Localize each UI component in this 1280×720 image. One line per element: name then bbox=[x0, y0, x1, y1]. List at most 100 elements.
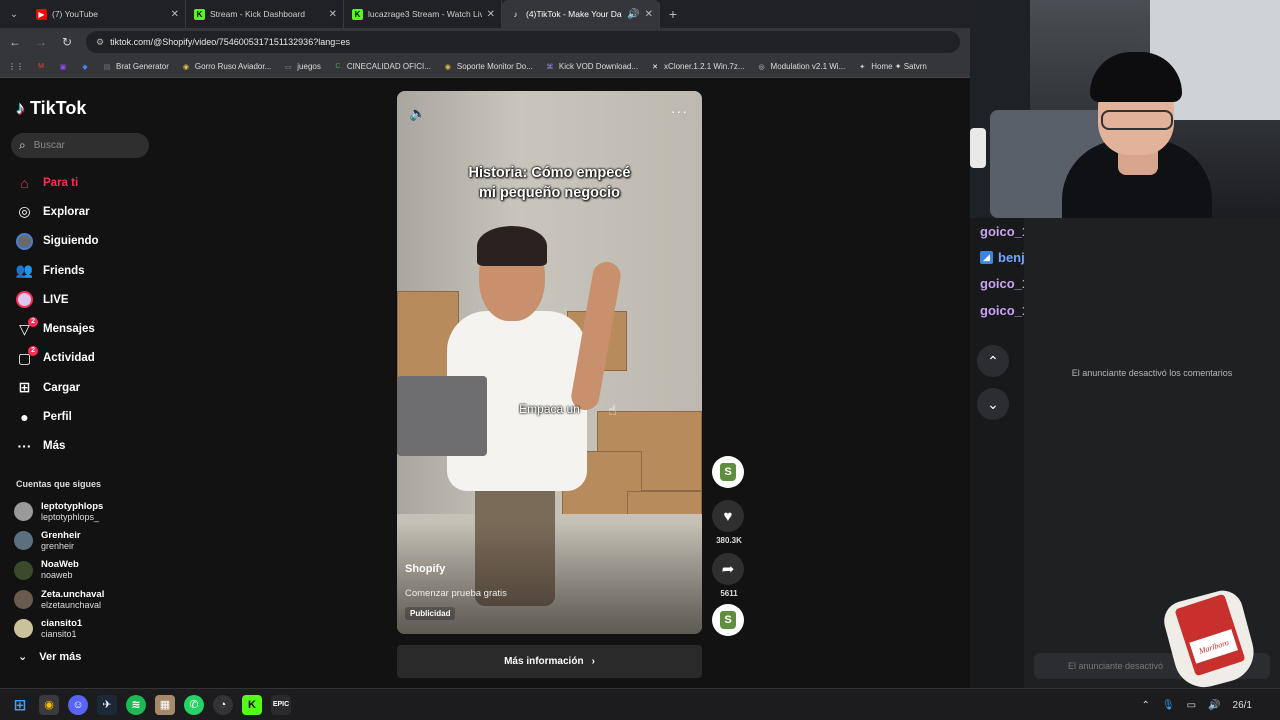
following-username: ciansito1 bbox=[41, 628, 77, 639]
volume-icon[interactable]: 🔈 bbox=[409, 105, 426, 122]
bookmark-item[interactable]: ⌘ Kick VOD Download... bbox=[545, 62, 638, 72]
site-info-icon[interactable]: ⚙ bbox=[96, 37, 104, 48]
tab-kick-dashboard[interactable]: K Stream - Kick Dashboard ✕ bbox=[186, 0, 344, 28]
bookmark-item[interactable]: ✦ Home ✦ Satvrn bbox=[857, 62, 927, 72]
shopify-music-icon[interactable]: S bbox=[712, 604, 744, 636]
obs-icon[interactable]: ◔ bbox=[213, 694, 233, 715]
previous-video-button[interactable]: ⌃ bbox=[977, 345, 1009, 377]
friends-icon: 👥 bbox=[15, 262, 34, 279]
forward-icon[interactable]: → bbox=[34, 35, 48, 49]
next-video-button[interactable]: ⌄ bbox=[977, 388, 1009, 420]
spotify-icon[interactable]: ≋ bbox=[126, 694, 146, 715]
ad-badge: Publicidad bbox=[405, 607, 456, 620]
bookmark-item[interactable]: ▭ juegos bbox=[283, 62, 321, 72]
windows-start-icon[interactable]: ⊞ bbox=[10, 695, 30, 715]
tab-label: Stream - Kick Dashboard bbox=[210, 9, 305, 19]
following-username: elzetaunchaval bbox=[41, 599, 102, 610]
video-author[interactable]: Shopify bbox=[405, 563, 445, 575]
epic-games-icon[interactable]: EPIC bbox=[271, 694, 291, 715]
network-icon[interactable]: ▭ bbox=[1187, 700, 1196, 711]
app-icon[interactable]: ▦ bbox=[155, 694, 175, 715]
video-player[interactable]: 🔈 ··· Historia: Cómo empecé mi pequeño n… bbox=[397, 91, 702, 634]
following-username: grenheir bbox=[41, 540, 75, 551]
bookmark-item[interactable]: C CINECALIDAD OFICI... bbox=[333, 62, 431, 72]
comments-disabled-text: El anunciante desactivó los comentarios bbox=[1071, 368, 1233, 378]
video-caption-title: Historia: Cómo empecé mi pequeño negocio bbox=[397, 163, 702, 203]
close-icon[interactable]: ✕ bbox=[645, 9, 653, 20]
following-item[interactable]: Zeta.unchaval elzetaunchaval bbox=[14, 585, 164, 614]
discord-icon[interactable]: ☺ bbox=[68, 694, 88, 715]
close-icon[interactable]: ✕ bbox=[487, 9, 495, 20]
sidebar-item-actividad[interactable]: ▢ 2 Actividad bbox=[16, 344, 166, 373]
close-icon[interactable]: ✕ bbox=[329, 9, 337, 20]
share-button[interactable]: ➦ bbox=[712, 553, 744, 585]
address-bar-row: ← → ↻ ⚙ tiktok.com/@Shopify/video/754600… bbox=[0, 28, 970, 56]
tiktok-page: ♪ TikTok ⌕ Buscar ⌂ Para ti ◎ Explorar Sigui… bbox=[0, 78, 970, 688]
sidebar-item-m-s[interactable]: ··· Más bbox=[16, 432, 166, 461]
like-button[interactable]: ♥ bbox=[712, 500, 744, 532]
video-cta[interactable]: Comenzar prueba gratis bbox=[405, 588, 507, 599]
sidebar-item-label: Perfil bbox=[43, 411, 72, 424]
caption-line: Historia: Cómo empecé bbox=[468, 165, 631, 181]
following-names: Grenheir grenheir bbox=[41, 530, 81, 552]
bookmark-item[interactable]: ▣ bbox=[58, 62, 68, 72]
bookmark-favicon-icon: ▭ bbox=[284, 63, 292, 71]
hand-cursor-icon: ☝ bbox=[608, 402, 617, 418]
whatsapp-icon[interactable]: ✆ bbox=[184, 694, 204, 715]
tiktok-logo[interactable]: ♪ TikTok bbox=[16, 98, 86, 119]
reload-icon[interactable]: ↻ bbox=[60, 35, 74, 49]
youtube-icon: ▶ bbox=[36, 8, 47, 20]
sidebar-item-live[interactable]: LIVE bbox=[16, 285, 166, 314]
sidebar-item-siguiendo[interactable]: Siguiendo bbox=[16, 227, 166, 256]
see-more-button[interactable]: ⌄ Ver más bbox=[18, 650, 81, 664]
sidebar-item-para-ti[interactable]: ⌂ Para ti bbox=[16, 168, 166, 197]
following-item[interactable]: leptotyphlops leptotyphlops_ bbox=[14, 497, 164, 526]
sidebar-item-explorar[interactable]: ◎ Explorar bbox=[16, 197, 166, 226]
bookmark-item[interactable]: ▤ Brat Generator bbox=[102, 62, 169, 72]
bookmark-item[interactable]: ◆ bbox=[80, 62, 90, 72]
following-item[interactable]: Grenheir grenheir bbox=[14, 526, 164, 555]
sidebar-item-friends[interactable]: 👥 Friends bbox=[16, 256, 166, 285]
shopify-avatar[interactable]: S bbox=[712, 456, 744, 488]
tab-tiktok[interactable]: ♪ (4)TikTok - Make Your Day 🔊 ✕ bbox=[502, 0, 660, 28]
sidebar-item-mensajes[interactable]: ▽ 2 Mensajes bbox=[16, 314, 166, 343]
sidebar-item-label: Friends bbox=[43, 264, 85, 277]
upload-icon: ⊞ bbox=[18, 379, 31, 396]
sidebar-item-perfil[interactable]: ● Perfil bbox=[16, 402, 166, 431]
sidebar-item-label: Actividad bbox=[43, 352, 95, 365]
tab-search-icon[interactable]: ⌄ bbox=[0, 0, 28, 28]
kick-icon[interactable]: K bbox=[242, 694, 262, 715]
tray-chevron-icon[interactable]: ⌃ bbox=[1142, 700, 1150, 711]
activity-icon: ▢ 2 bbox=[16, 345, 38, 367]
close-icon[interactable]: ✕ bbox=[171, 9, 179, 20]
search-input[interactable]: ⌕ Buscar bbox=[11, 133, 149, 158]
more-options-icon[interactable]: ··· bbox=[671, 103, 688, 119]
back-icon[interactable]: ← bbox=[8, 35, 22, 49]
apps-icon[interactable]: ⋮⋮ bbox=[8, 62, 24, 71]
volume-icon[interactable]: 🔊 bbox=[1208, 700, 1220, 711]
following-item[interactable]: NoaWeb noaweb bbox=[14, 556, 164, 585]
chrome-icon[interactable]: ◉ bbox=[39, 694, 59, 715]
following-item[interactable]: ciansito1 ciansito1 bbox=[14, 614, 164, 643]
sidebar-item-cargar[interactable]: ⊞ Cargar bbox=[16, 373, 166, 402]
bookmark-item[interactable]: ◉ Gorro Ruso Aviador... bbox=[181, 62, 271, 72]
tab-kick-stream[interactable]: K lucazrage3 Stream - Watch Live ✕ bbox=[344, 0, 502, 28]
tab-youtube[interactable]: ▶ (7) YouTube ✕ bbox=[28, 0, 186, 28]
comment-input-text: El anunciante desactivó bbox=[1068, 661, 1164, 671]
bookmark-item[interactable]: ✕ xCloner.1.2.1 Win.7z... bbox=[650, 62, 744, 72]
clock[interactable]: 26/1 bbox=[1233, 700, 1252, 711]
system-tray: ⌃ 🎙 ▭ 🔊 26/1 bbox=[1142, 689, 1252, 720]
bookmark-item[interactable]: M bbox=[36, 62, 46, 72]
bookmark-item[interactable]: ◉ Soporte Monitor Do... bbox=[443, 62, 533, 72]
steam-icon[interactable]: ✈ bbox=[97, 694, 117, 715]
microphone-icon[interactable]: 🎙 bbox=[1162, 700, 1175, 711]
url-field[interactable]: ⚙ tiktok.com/@Shopify/video/754600531715… bbox=[86, 31, 960, 53]
bookmark-item[interactable]: ◎ Modulation v2.1 Wi... bbox=[757, 62, 845, 72]
new-tab-button[interactable]: + bbox=[660, 6, 686, 22]
send-icon: ▽ 2 bbox=[16, 316, 38, 338]
more-info-button[interactable]: Más información › bbox=[397, 645, 702, 678]
bookmark-label: CINECALIDAD OFICI... bbox=[346, 62, 431, 71]
compass-icon: ◎ bbox=[18, 203, 31, 220]
shopify-bag-icon: S bbox=[720, 463, 736, 481]
speaker-icon[interactable]: 🔊 bbox=[627, 9, 639, 20]
